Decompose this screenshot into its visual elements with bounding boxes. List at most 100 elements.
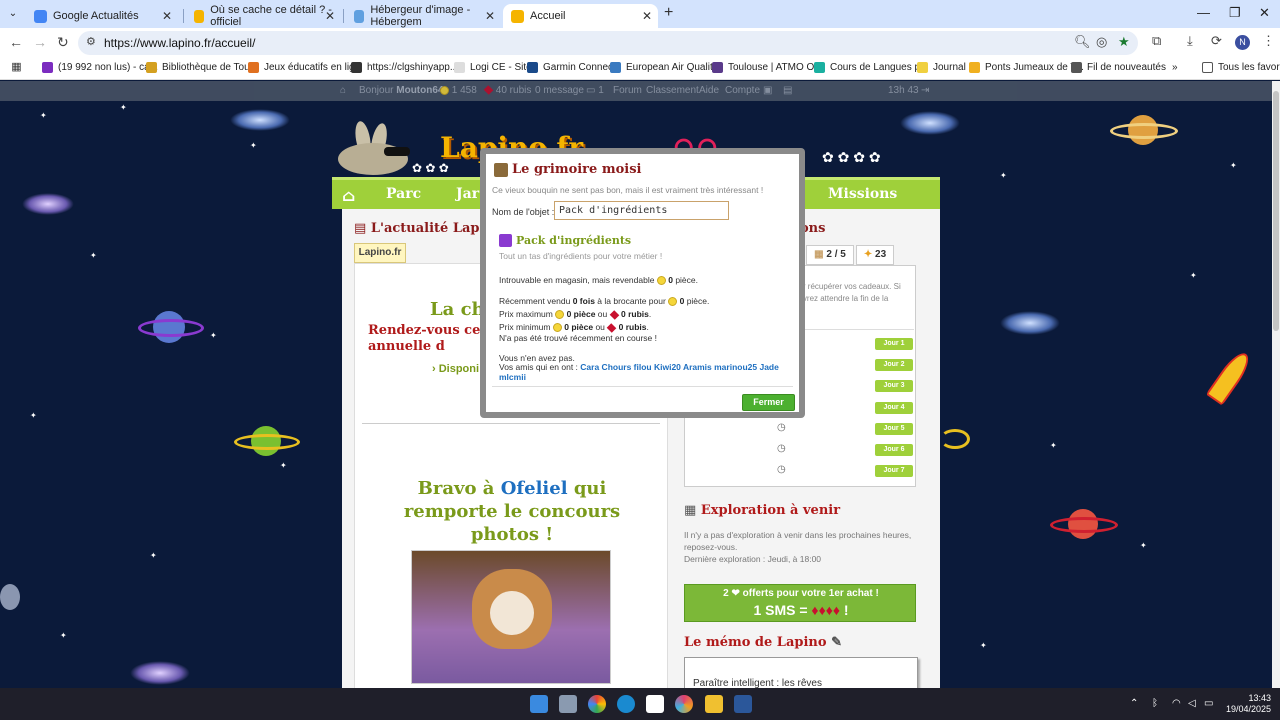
tab-hebergeur[interactable]: Hébergeur d'image - Hébergem ✕	[346, 4, 501, 28]
new-tab-icon[interactable]: +	[664, 4, 673, 22]
tab-calendar[interactable]: ▦ 2 / 5	[806, 245, 854, 265]
aide-link[interactable]: Aide	[699, 85, 719, 96]
day-button[interactable]: Jour 2	[875, 359, 913, 371]
home-icon[interactable]: ⌂	[340, 85, 346, 96]
day-button[interactable]: Jour 1	[875, 338, 913, 350]
extensions-icon[interactable]: ⧉	[1152, 33, 1161, 49]
tab-accueil[interactable]: Accueil ✕	[503, 4, 658, 28]
close-tab-icon[interactable]: ✕	[642, 9, 652, 23]
tab-trophy[interactable]: ✦ 23	[856, 245, 894, 265]
day-button[interactable]: Jour 3	[875, 380, 913, 392]
classement-link[interactable]: Classement	[646, 85, 699, 96]
menu-parc[interactable]: Parc	[386, 186, 421, 202]
bookmark-item[interactable]: Bibliothèque de Tou...	[146, 62, 258, 73]
close-window-icon[interactable]: ✕	[1259, 5, 1270, 21]
day-button[interactable]: Jour 7	[875, 465, 913, 477]
edge-icon[interactable]	[617, 695, 635, 713]
bookmark-item[interactable]: Garmin Connect	[527, 62, 616, 73]
download-icon[interactable]: ⤓	[1187, 33, 1193, 49]
file-explorer-icon[interactable]	[705, 695, 723, 713]
item-name-input[interactable]	[554, 201, 729, 220]
galaxy-icon	[1000, 311, 1060, 335]
word-icon[interactable]	[734, 695, 752, 713]
close-tab-icon[interactable]: ✕	[485, 9, 495, 23]
news-available-link[interactable]: › Disponi	[432, 363, 479, 375]
day-button[interactable]: Jour 6	[875, 444, 913, 456]
sync-icon[interactable]: ⟳	[1211, 33, 1222, 49]
calculator-icon[interactable]	[559, 695, 577, 713]
battery-icon[interactable]: ▭	[1204, 698, 1213, 709]
day-button[interactable]: Jour 5	[875, 423, 913, 435]
photos-icon[interactable]	[675, 695, 693, 713]
tab-title: Google Actualités	[53, 10, 139, 22]
bookmark-star-icon[interactable]: ★	[1118, 34, 1130, 50]
folder-icon	[1202, 62, 1213, 73]
system-clock[interactable]: 13:43 19/04/2025	[1226, 693, 1271, 715]
day-button[interactable]: Jour 4	[875, 402, 913, 414]
bookmark-item[interactable]: (19 992 non lus) - ca...	[42, 62, 158, 73]
zoom-icon[interactable]: 🔍︎	[1074, 34, 1091, 50]
wifi-icon[interactable]: ◠	[1172, 698, 1181, 709]
menu-jardin[interactable]: Jar	[456, 186, 479, 202]
address-bar[interactable]: ⚙ https://www.lapino.fr/accueil/ 🔍︎ ◎ ★	[78, 31, 1138, 55]
eye-off-icon[interactable]: ◎	[1096, 34, 1107, 50]
forum-link[interactable]: Forum	[613, 85, 642, 96]
sms-offer-banner[interactable]: 2 ❤ offerts pour votre 1er achat ! 1 SMS…	[684, 584, 916, 622]
menu-icon[interactable]: ⋮	[1262, 33, 1275, 49]
bookmark-item[interactable]: https://clgshinyapp...	[351, 62, 458, 73]
coins-counter[interactable]: 1 458	[440, 85, 477, 96]
close-tab-icon[interactable]: ✕	[162, 9, 172, 23]
bookmark-item[interactable]: Jeux éducatifs en lig...	[248, 62, 363, 73]
max-price: Prix maximum 0 pièce ou 0 rubis.	[499, 309, 652, 320]
back-icon[interactable]: ←	[9, 34, 23, 50]
mail-icon	[42, 62, 53, 73]
tab-ou-se-cache[interactable]: Où se cache ce détail ? - officiel ✕	[186, 4, 341, 28]
close-tab-icon[interactable]: ✕	[325, 9, 335, 23]
menu-missions[interactable]: Missions	[828, 186, 897, 202]
browser-toolbar: ← → ↻ ⚙ https://www.lapino.fr/accueil/ 🔍…	[0, 28, 1280, 58]
apps-icon[interactable]: ▦	[11, 62, 27, 73]
more-bookmarks-icon[interactable]: »	[1172, 62, 1178, 73]
bookmark-item[interactable]: Journal	[917, 62, 966, 73]
reload-icon[interactable]: ↻	[57, 34, 69, 51]
winner-name[interactable]: Ofeliel	[501, 478, 568, 499]
url-text[interactable]: https://www.lapino.fr/accueil/	[104, 36, 255, 50]
bookmark-item[interactable]: European Air Qualit...	[610, 62, 721, 73]
news-tab-lapino[interactable]: Lapino.fr	[354, 243, 406, 263]
forward-icon[interactable]: →	[33, 34, 47, 50]
dialog-title: Le grimoire moisi	[494, 162, 641, 177]
site-info-icon[interactable]: ⚙	[86, 35, 96, 48]
book-icon[interactable]: ▤	[783, 85, 792, 96]
tab-title: Où se cache ce détail ? - officiel	[210, 4, 332, 28]
tray-chevron-icon[interactable]: ⌃	[1130, 698, 1138, 709]
memo-box: Paraître intelligent : les rêves	[684, 657, 918, 688]
bookmark-item[interactable]: Fil de nouveautés	[1071, 62, 1166, 73]
rocket-icon	[1205, 348, 1255, 406]
profile-avatar[interactable]: N	[1235, 35, 1250, 50]
tab-search-icon[interactable]: ⌄	[5, 6, 21, 22]
restore-icon[interactable]: ❐	[1229, 5, 1241, 21]
text-app-icon[interactable]	[646, 695, 664, 713]
compte-link[interactable]: Compte	[725, 85, 760, 96]
bookmark-item[interactable]: Logi CE - Site	[454, 62, 532, 73]
bookmark-item[interactable]: Cours de Langues p...	[814, 62, 928, 73]
bookmark-item[interactable]: Ponts Jumeaux de T...	[969, 62, 1084, 73]
close-button[interactable]: Fermer	[742, 394, 795, 411]
all-bookmarks[interactable]: Tous les favoris	[1202, 62, 1280, 73]
minimize-icon[interactable]: —	[1197, 5, 1210, 20]
volume-icon[interactable]: ◁	[1188, 698, 1196, 709]
lapino-icon	[194, 9, 205, 23]
chrome-icon[interactable]	[588, 695, 606, 713]
rubis-counter[interactable]: 40 rubis	[483, 85, 531, 96]
page-scrollbar[interactable]	[1272, 81, 1280, 688]
messages-link[interactable]: 0 message	[535, 85, 584, 96]
logout-icon[interactable]: ⇥	[921, 85, 929, 96]
notification-counter[interactable]: ▭ 1	[586, 85, 604, 96]
start-icon[interactable]	[530, 695, 548, 713]
bookmark-item[interactable]: Toulouse | ATMO O...	[712, 62, 823, 73]
box-icon[interactable]: ▣	[763, 85, 772, 96]
home-menu-icon[interactable]: ⌂	[342, 186, 355, 205]
bluetooth-icon[interactable]: ᛒ	[1152, 698, 1158, 709]
tab-google-actualites[interactable]: Google Actualités ✕	[26, 4, 178, 28]
planet-icon	[940, 429, 970, 449]
